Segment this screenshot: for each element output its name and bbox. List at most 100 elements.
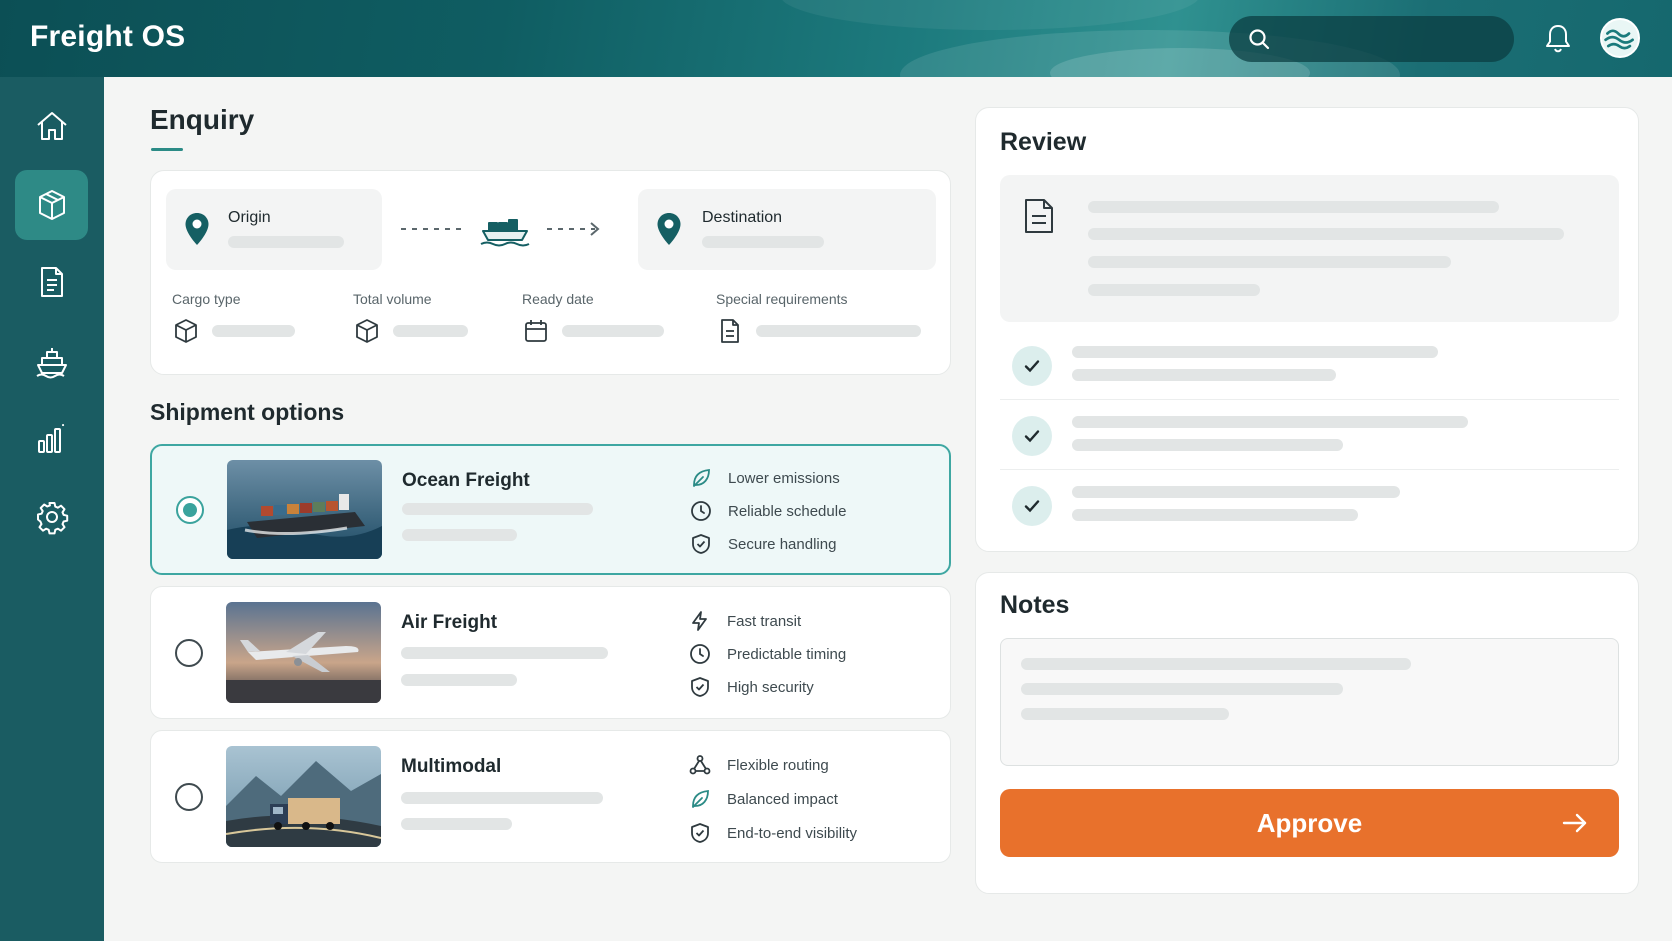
field-placeholder [562, 325, 664, 337]
option-placeholder [402, 503, 593, 515]
notes-textarea[interactable] [1000, 638, 1619, 766]
bar-chart-icon [37, 424, 64, 453]
document-icon [40, 267, 63, 297]
origin-field[interactable]: Origin [166, 189, 382, 270]
special-requirements-field[interactable]: Special requirements [716, 291, 921, 343]
feature-label: Lower emissions [728, 469, 840, 487]
option-title: Ocean Freight [402, 470, 530, 491]
checklist-item [1000, 330, 1619, 400]
sidebar [0, 77, 104, 941]
option-placeholder [402, 529, 517, 541]
sidebar-item-settings[interactable] [15, 482, 88, 552]
feature-label: Fast transit [727, 612, 802, 630]
top-bar: Freight OS [0, 0, 1672, 77]
notes-placeholder [1021, 708, 1229, 720]
wave-avatar [1604, 29, 1634, 50]
check-placeholder [1072, 509, 1358, 521]
field-label: Special requirements [716, 291, 848, 307]
feature-label: Flexible routing [727, 756, 829, 774]
field-label: Ready date [522, 291, 594, 307]
page-title: Enquiry [150, 104, 255, 135]
clock-icon [690, 644, 710, 664]
route-connector [401, 219, 600, 247]
destination-field[interactable]: Destination [638, 189, 936, 270]
title-underline [151, 148, 183, 151]
multimodal-image [226, 746, 381, 847]
option-title: Multimodal [401, 756, 502, 777]
radio-button[interactable] [176, 496, 204, 524]
enquiry-card: Origin Destination Cargo type Total volu… [150, 170, 951, 375]
feature-item: End-to-end visibility [689, 821, 857, 845]
search-icon [1249, 29, 1270, 50]
option-placeholder [401, 647, 608, 659]
feature-item: Lower emissions [690, 466, 840, 490]
air-freight-image [226, 602, 381, 703]
review-card: Review [975, 107, 1639, 552]
clock-icon [691, 501, 711, 521]
radio-button[interactable] [175, 783, 203, 811]
cargo-type-field[interactable]: Cargo type [172, 291, 295, 343]
network-icon [689, 755, 711, 775]
box-icon [175, 319, 197, 343]
feature-item: Predictable timing [689, 642, 846, 666]
leaf-icon [693, 469, 710, 487]
feature-label: Balanced impact [727, 790, 838, 808]
approve-button[interactable]: Approve [1000, 789, 1619, 857]
summary-placeholder [1088, 256, 1451, 268]
avatar[interactable] [1600, 18, 1640, 58]
sidebar-item-vessels[interactable] [15, 326, 88, 396]
notes-card: Notes Approve [975, 572, 1639, 894]
shield-check-icon [691, 823, 709, 843]
origin-label: Origin [228, 209, 271, 226]
sidebar-item-shipments[interactable] [15, 170, 88, 240]
bell-icon[interactable] [1544, 22, 1572, 54]
arrow-right-icon [1562, 813, 1587, 833]
option-ocean-freight[interactable]: Ocean Freight Lower emissions Reliable s… [150, 444, 951, 575]
notes-placeholder [1021, 683, 1343, 695]
home-icon [36, 112, 67, 140]
total-volume-field[interactable]: Total volume [353, 291, 468, 343]
field-placeholder [756, 325, 921, 337]
feature-label: End-to-end visibility [727, 824, 858, 842]
check-placeholder [1072, 346, 1438, 358]
field-placeholder [393, 325, 468, 337]
option-placeholder [401, 674, 517, 686]
feature-label: Reliable schedule [728, 502, 847, 520]
option-placeholder [401, 792, 603, 804]
ready-date-field[interactable]: Ready date [522, 291, 664, 342]
leaf-icon [692, 790, 709, 808]
sidebar-item-documents[interactable] [15, 247, 88, 317]
field-placeholder [212, 325, 295, 337]
origin-placeholder [228, 236, 344, 248]
document-icon [1025, 199, 1053, 233]
option-air-freight[interactable]: Air Freight Fast transit Predictable tim… [150, 586, 951, 719]
checklist-item [1000, 400, 1619, 470]
check-icon [1012, 346, 1052, 386]
checklist-item [1000, 470, 1619, 540]
feature-item: Secure handling [690, 532, 836, 556]
search-input[interactable] [1229, 16, 1514, 62]
check-icon [1012, 416, 1052, 456]
feature-label: High security [727, 678, 814, 696]
review-summary [1000, 175, 1619, 322]
lightning-icon [692, 611, 707, 631]
notes-placeholder [1021, 658, 1411, 670]
feature-item: Flexible routing [689, 753, 829, 777]
radio-button[interactable] [175, 639, 203, 667]
app-title: Freight OS [30, 20, 186, 53]
feature-label: Secure handling [728, 535, 837, 553]
summary-placeholder [1088, 284, 1260, 296]
shield-check-icon [692, 534, 710, 554]
box-icon [356, 319, 378, 343]
feature-item: High security [689, 675, 814, 699]
sidebar-item-analytics[interactable] [15, 404, 88, 474]
sidebar-item-home[interactable] [15, 91, 88, 161]
summary-placeholder [1088, 201, 1499, 213]
feature-item: Reliable schedule [690, 499, 846, 523]
section-title: Shipment options [150, 399, 345, 425]
feature-item: Fast transit [689, 609, 801, 633]
shield-check-icon [691, 677, 709, 697]
location-pin-icon [185, 213, 209, 245]
ocean-freight-image [227, 460, 382, 559]
option-multimodal[interactable]: Multimodal Flexible routing Balanced imp… [150, 730, 951, 863]
